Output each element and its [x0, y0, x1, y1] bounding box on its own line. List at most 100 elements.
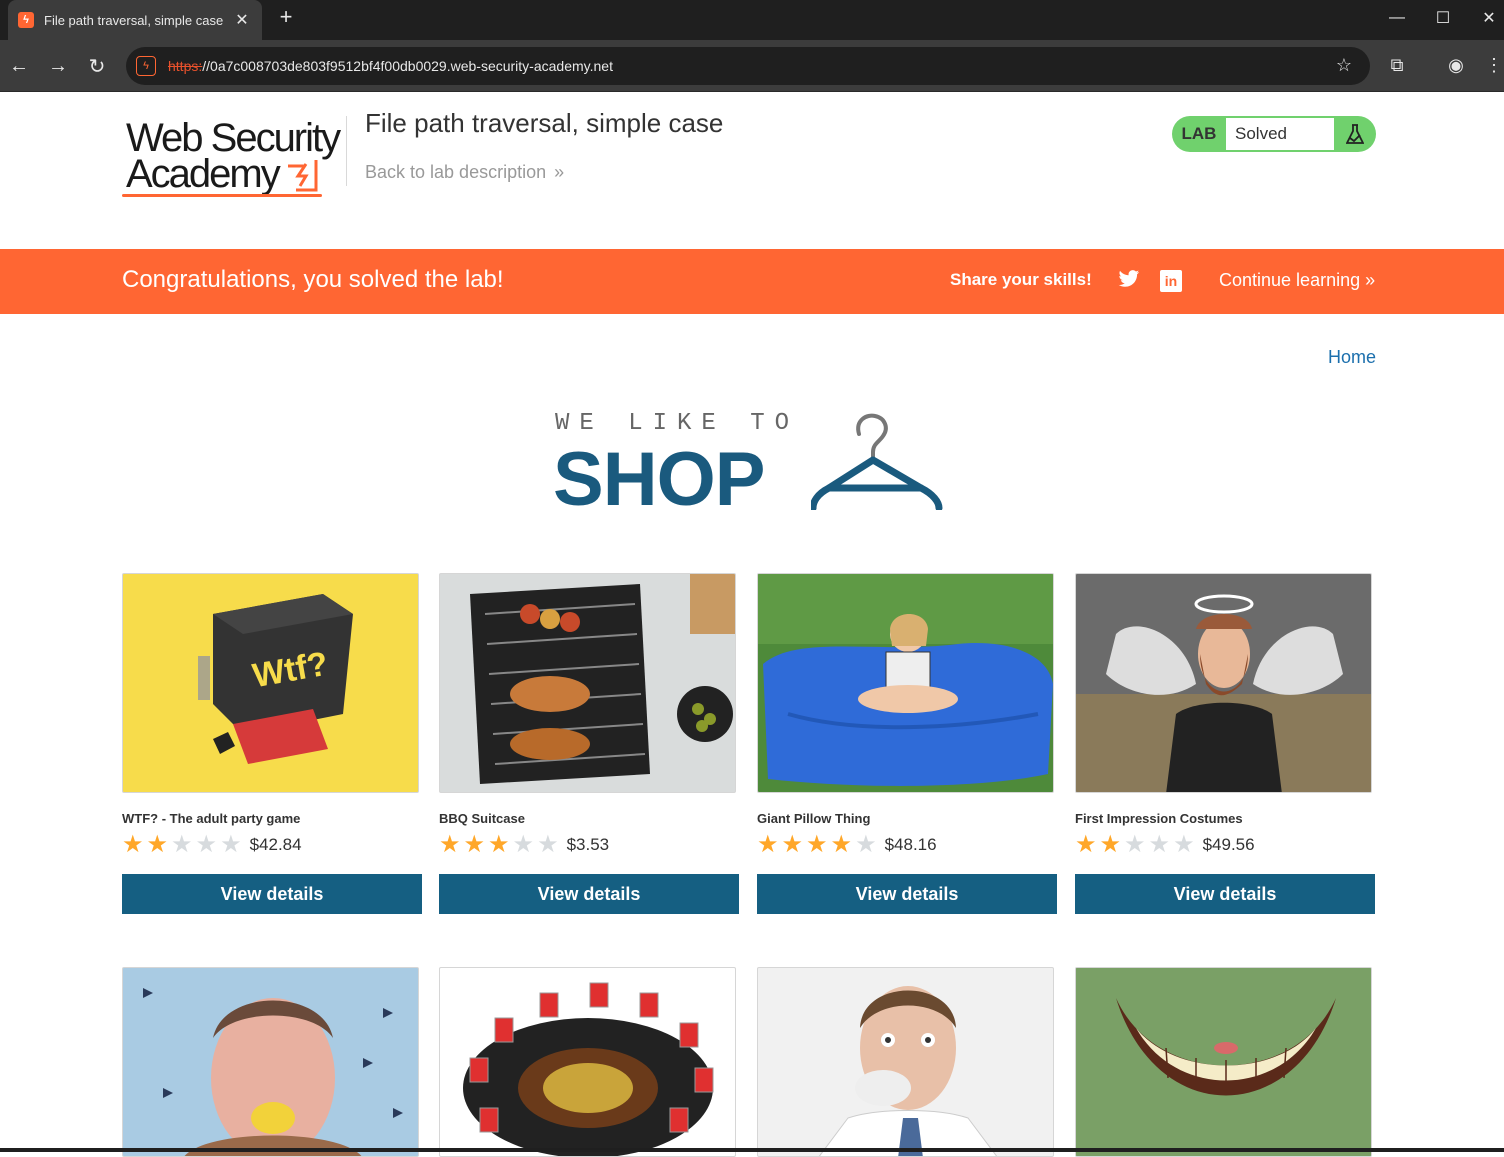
star-empty-icon: ★ [537, 831, 559, 858]
double-chevron-right-icon: » [1360, 270, 1376, 290]
star-empty-icon: ★ [220, 831, 242, 858]
continue-learning-label: Continue learning [1219, 270, 1361, 290]
new-tab-icon[interactable]: + [274, 6, 298, 30]
product-image[interactable] [439, 573, 736, 793]
minimize-icon[interactable]: — [1374, 0, 1420, 36]
product-image[interactable] [1075, 967, 1372, 1157]
product-card: First Impression Costumes ★ ★ ★ ★ ★ $49.56 V… [1075, 573, 1375, 914]
clothes-hanger-icon [811, 413, 943, 510]
window-bottom-edge [0, 1148, 1504, 1152]
view-details-button[interactable]: View details [122, 874, 422, 914]
back-to-lab-description-link[interactable]: Back to lab description » [365, 162, 564, 183]
close-window-icon[interactable]: ✕ [1466, 0, 1504, 36]
back-link-label: Back to lab description [365, 162, 547, 182]
star-empty-icon: ★ [171, 831, 193, 858]
product-card [757, 967, 1057, 1157]
address-bar[interactable]: ϟ https://0a7c008703de803f9512bf4f00db00… [126, 47, 1370, 85]
star-filled-icon: ★ [806, 831, 828, 858]
star-empty-icon: ★ [1148, 831, 1171, 858]
lab-title: File path traversal, simple case [365, 108, 724, 138]
solved-banner: Congratulations, you solved the lab! Sha… [0, 249, 1504, 314]
logo-underline [122, 194, 322, 197]
double-chevron-right-icon: » [554, 162, 565, 182]
reload-icon[interactable]: ↻ [83, 52, 111, 80]
badge-lab-label: LAB [1181, 124, 1217, 143]
product-card: BBQ Suitcase ★ ★ ★ ★ ★ $3.53 View details [439, 573, 739, 914]
star-empty-icon: ★ [512, 831, 535, 858]
view-details-button[interactable]: View details [439, 874, 739, 914]
forward-arrow-icon[interactable]: → [44, 52, 72, 80]
maximize-icon[interactable]: ☐ [1420, 0, 1466, 36]
star-filled-icon: ★ [146, 831, 169, 858]
product-rating: ★ ★ ★ ★ ★ $48.16 [757, 832, 1057, 858]
continue-learning-link[interactable]: Continue learning » [1219, 270, 1375, 291]
star-filled-icon: ★ [122, 831, 144, 858]
url-host: //0a7c008703de803f9512bf4f00db0029.web-s… [202, 58, 613, 74]
tab-search-icon[interactable]: ⧉ [1384, 52, 1410, 78]
star-empty-icon: ★ [195, 831, 218, 858]
tab-title: File path traversal, simple case [44, 12, 224, 28]
url-scheme: https: [168, 58, 203, 74]
product-card [1075, 967, 1375, 1157]
product-rating: ★ ★ ★ ★ ★ $42.84 [122, 832, 422, 858]
star-filled-icon: ★ [488, 831, 510, 858]
star-filled-icon: ★ [1075, 831, 1097, 858]
back-arrow-icon[interactable]: ← [5, 52, 33, 80]
congratulations-message: Congratulations, you solved the lab! [122, 266, 504, 293]
product-name: WTF? - The adult party game [122, 811, 301, 826]
share-skills-label: Share your skills! [950, 270, 1092, 289]
site-info-icon[interactable]: ϟ [136, 56, 156, 76]
lab-status-badge: LAB Solved [1172, 116, 1376, 152]
web-security-academy-logo[interactable]: Web Security Academy [122, 116, 347, 197]
logo-lightning-icon [288, 160, 318, 192]
profile-icon[interactable]: ◉ [1443, 52, 1469, 78]
url-text[interactable]: https://0a7c008703de803f9512bf4f00db0029… [168, 58, 613, 74]
logo-line2: Academy [126, 152, 281, 196]
shop-logo-tagline: WE LIKE TO [555, 410, 800, 437]
star-empty-icon: ★ [855, 831, 877, 858]
product-price: $49.56 [1202, 835, 1255, 854]
shop-logo-title: SHOP [553, 437, 765, 522]
product-image[interactable] [439, 967, 736, 1157]
star-filled-icon: ★ [439, 831, 461, 858]
product-card [439, 967, 739, 1157]
product-image[interactable] [757, 573, 1054, 793]
product-price: $3.53 [566, 835, 610, 854]
view-details-button[interactable]: View details [1075, 874, 1375, 914]
star-empty-icon: ★ [1124, 831, 1146, 858]
product-image[interactable] [757, 967, 1054, 1157]
badge-status: Solved [1226, 118, 1334, 150]
flask-icon [1334, 124, 1376, 144]
star-filled-icon: ★ [463, 831, 486, 858]
product-rating: ★ ★ ★ ★ ★ $49.56 [1075, 832, 1375, 858]
product-price: $42.84 [249, 835, 302, 854]
browser-tab[interactable]: ϟ File path traversal, simple case ✕ [8, 0, 262, 40]
twitter-icon[interactable] [1118, 269, 1140, 291]
product-rating: ★ ★ ★ ★ ★ $3.53 [439, 832, 739, 858]
we-like-to-shop-logo: WE LIKE TO SHOP [553, 410, 945, 522]
home-link[interactable]: Home [1328, 347, 1376, 368]
product-card: Wtf? WTF? - The adult party game ★ ★ ★ ★ ★ $… [122, 573, 422, 914]
bookmark-star-icon[interactable]: ☆ [1336, 55, 1352, 76]
product-card [122, 967, 422, 1157]
star-filled-icon: ★ [757, 831, 779, 858]
product-name: First Impression Costumes [1075, 811, 1243, 826]
burp-lightning-icon: ϟ [18, 12, 34, 28]
close-tab-icon[interactable]: ✕ [232, 10, 252, 30]
web-page: Web Security Academy File path traversal… [0, 92, 1504, 1157]
star-filled-icon: ★ [830, 831, 853, 858]
product-image[interactable]: Wtf? [122, 573, 419, 793]
product-name: Giant Pillow Thing [757, 811, 871, 826]
product-price: $48.16 [884, 835, 937, 854]
star-empty-icon: ★ [1173, 831, 1195, 858]
product-name: BBQ Suitcase [439, 811, 525, 826]
star-filled-icon: ★ [781, 831, 804, 858]
browser-toolbar: ← → ↻ ϟ https://0a7c008703de803f9512bf4f… [0, 40, 1504, 92]
menu-kebab-icon[interactable]: ⋮ [1485, 52, 1503, 78]
browser-titlebar: ϟ File path traversal, simple case ✕ + —… [0, 0, 1504, 40]
product-image[interactable] [1075, 573, 1372, 793]
product-card: Giant Pillow Thing ★ ★ ★ ★ ★ $48.16 View det… [757, 573, 1057, 914]
product-image[interactable] [122, 967, 419, 1157]
linkedin-icon[interactable]: in [1160, 270, 1182, 292]
view-details-button[interactable]: View details [757, 874, 1057, 914]
